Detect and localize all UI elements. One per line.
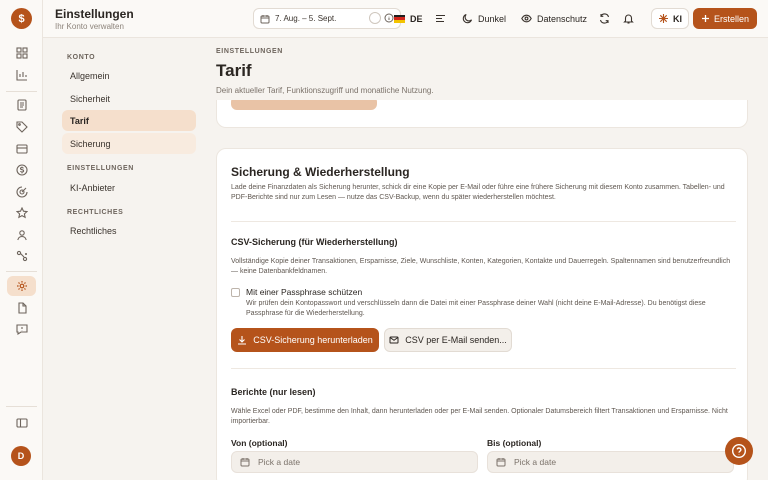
sparkle-icon: [658, 13, 669, 24]
rail-divider: [6, 91, 37, 92]
rail-divider: [6, 271, 37, 272]
icon-rail: $ D: [0, 0, 43, 480]
nav-item-allgemein[interactable]: Allgemein: [62, 65, 196, 86]
settings-nav: KONTO Allgemein Sicherheit Tarif Sicheru…: [43, 38, 205, 480]
star-icon[interactable]: [7, 203, 36, 223]
settings-gear-icon[interactable]: [7, 276, 36, 296]
to-date-input[interactable]: Pick a date: [487, 451, 734, 473]
to-date-placeholder: Pick a date: [514, 457, 557, 467]
refresh-icon[interactable]: [599, 8, 610, 29]
backup-title: Sicherung & Wiederherstellung: [231, 165, 410, 179]
page-title: Tarif: [216, 61, 252, 80]
csv-description: Vollständige Kopie deiner Transaktionen,…: [231, 258, 731, 275]
page-description: Dein aktueller Tarif, Funktionszugriff u…: [216, 86, 434, 95]
passphrase-description: Wir prüfen dein Kontopasswort und versch…: [246, 300, 706, 317]
app-subtitle: Ihr Konto verwalten: [55, 22, 124, 31]
mail-icon: [389, 335, 399, 345]
passphrase-checkbox[interactable]: [231, 288, 240, 297]
rail-divider: [6, 406, 37, 407]
info-icon[interactable]: [384, 13, 394, 23]
theme-toggle[interactable]: Dunkel: [462, 8, 506, 29]
date-range-text: 7. Aug. – 5. Sept.: [275, 14, 337, 23]
top-bar: Einstellungen Ihr Konto verwalten 7. Aug…: [43, 0, 768, 38]
reports-section-title: Berichte (nur lesen): [231, 387, 316, 397]
from-date-placeholder: Pick a date: [258, 457, 301, 467]
nav-item-tarif[interactable]: Tarif: [62, 110, 196, 131]
create-button[interactable]: Erstellen: [693, 8, 757, 29]
wallet-icon[interactable]: [7, 139, 36, 159]
privacy-toggle[interactable]: Datenschutz: [521, 8, 587, 29]
divider: [231, 368, 736, 369]
ki-label: KI: [673, 13, 682, 24]
nav-section-konto: KONTO: [67, 54, 96, 61]
avatar[interactable]: D: [11, 446, 31, 466]
contacts-icon[interactable]: [7, 225, 36, 245]
breadcrumb: EINSTELLUNGEN: [216, 48, 283, 55]
goals-icon[interactable]: [7, 182, 36, 202]
divider: [231, 221, 736, 222]
theme-label: Dunkel: [478, 13, 507, 24]
calendar-icon: [496, 457, 506, 467]
language-code: DE: [410, 13, 423, 24]
plus-icon: [701, 14, 710, 23]
app-title: Einstellungen: [55, 7, 134, 21]
download-csv-label: CSV-Sicherung herunterladen: [253, 335, 373, 345]
create-label: Erstellen: [713, 13, 749, 24]
from-date-label: Von (optional): [231, 438, 288, 448]
reports-description: Wähle Excel oder PDF, bestimme den Inhal…: [231, 408, 728, 425]
nav-item-rechtliches[interactable]: Rechtliches: [62, 220, 196, 241]
email-csv-label: CSV per E-Mail senden...: [405, 335, 507, 345]
sidebar-toggle-icon[interactable]: [7, 413, 36, 433]
nav-item-sicherung[interactable]: Sicherung: [62, 133, 196, 154]
dashboard-icon[interactable]: [7, 43, 36, 63]
passphrase-label[interactable]: Mit einer Passphrase schützen: [246, 287, 362, 297]
document-icon[interactable]: [7, 298, 36, 318]
to-date-label: Bis (optional): [487, 438, 542, 448]
calendar-icon: [260, 14, 270, 24]
backup-description: Lade deine Finanzdaten als Sicherung her…: [231, 184, 725, 201]
nav-item-ki-anbieter[interactable]: KI-Anbieter: [62, 177, 196, 198]
ki-button[interactable]: KI: [651, 8, 689, 29]
transactions-icon[interactable]: [7, 95, 36, 115]
recurring-icon[interactable]: [7, 246, 36, 266]
privacy-label: Datenschutz: [537, 13, 588, 24]
bell-icon[interactable]: [623, 8, 634, 29]
download-icon: [237, 335, 247, 345]
app-logo[interactable]: $: [11, 8, 32, 29]
eye-icon: [521, 13, 532, 24]
status-toggle[interactable]: [369, 12, 381, 24]
language-switcher[interactable]: DE: [394, 8, 423, 29]
help-question-icon: [731, 443, 747, 459]
plan-action-button[interactable]: [231, 100, 377, 110]
email-csv-button[interactable]: CSV per E-Mail senden...: [384, 328, 512, 352]
download-csv-button[interactable]: CSV-Sicherung herunterladen: [231, 328, 379, 352]
nav-item-sicherheit[interactable]: Sicherheit: [62, 88, 196, 109]
help-button[interactable]: [725, 437, 753, 465]
nav-section-einstellungen: EINSTELLUNGEN: [67, 165, 134, 172]
analytics-icon[interactable]: [7, 65, 36, 85]
csv-section-title: CSV-Sicherung (für Wiederherstellung): [231, 237, 398, 247]
plan-card: [216, 100, 748, 128]
moon-icon: [462, 13, 473, 24]
from-date-input[interactable]: Pick a date: [231, 451, 478, 473]
menu-lines-icon[interactable]: [435, 8, 446, 29]
nav-section-rechtliches: RECHTLICHES: [67, 209, 124, 216]
savings-coin-icon[interactable]: [7, 160, 36, 180]
german-flag-icon: [394, 14, 405, 23]
tag-icon[interactable]: [7, 117, 36, 137]
feedback-icon[interactable]: [7, 319, 36, 339]
calendar-icon: [240, 457, 250, 467]
backup-card: Sicherung & Wiederherstellung Lade deine…: [216, 148, 748, 480]
